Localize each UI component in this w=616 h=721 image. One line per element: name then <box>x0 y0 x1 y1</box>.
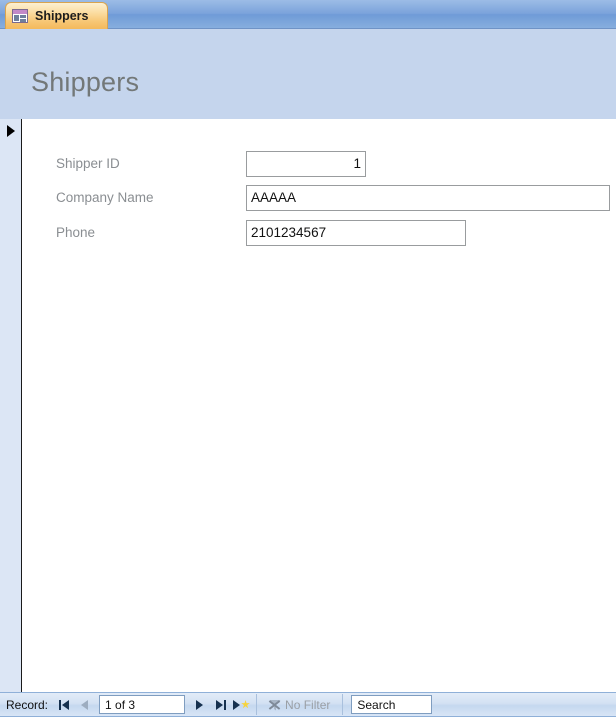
record-position-input[interactable]: 1 of 3 <box>99 695 186 714</box>
input-phone[interactable]: 2101234567 <box>246 220 466 246</box>
first-record-icon <box>58 699 69 710</box>
form-table-icon <box>12 9 28 23</box>
search-input[interactable]: Search <box>351 695 433 714</box>
record-selector-bar[interactable] <box>0 119 22 692</box>
tab-shippers-label: Shippers <box>35 9 89 23</box>
input-shipper-id[interactable]: 1 <box>246 151 366 177</box>
first-record-button[interactable] <box>53 694 74 715</box>
form-detail-section: Shipper ID 1 Company Name AAAAA Phone 21… <box>0 119 616 692</box>
new-record-button[interactable] <box>231 694 252 715</box>
last-record-icon <box>215 699 226 710</box>
next-record-icon <box>196 699 204 710</box>
input-company-name[interactable]: AAAAA <box>246 185 610 211</box>
previous-record-icon <box>81 699 89 710</box>
label-shipper-id: Shipper ID <box>56 156 120 171</box>
current-record-arrow-icon <box>7 125 15 137</box>
record-navigation-bar: Record: 1 of 3 No Filter Search <box>0 692 616 717</box>
next-record-button[interactable] <box>189 694 210 715</box>
record-nav-label: Record: <box>6 697 49 712</box>
previous-record-button[interactable] <box>74 694 95 715</box>
filter-status-label: No Filter <box>285 697 331 712</box>
nav-divider-2 <box>342 694 344 715</box>
new-record-icon <box>233 699 250 710</box>
form-header: Shippers <box>0 29 616 119</box>
status-bar-filler <box>0 717 616 721</box>
tab-shippers[interactable]: Shippers <box>5 2 108 29</box>
label-phone: Phone <box>56 225 96 240</box>
page-title: Shippers <box>31 67 140 97</box>
tab-strip: Shippers <box>0 0 616 29</box>
label-company-name: Company Name <box>56 190 154 205</box>
filter-toggle-button[interactable]: No Filter <box>261 698 338 712</box>
nav-divider-1 <box>256 694 258 715</box>
filter-funnel-icon <box>268 699 282 711</box>
last-record-button[interactable] <box>210 694 231 715</box>
